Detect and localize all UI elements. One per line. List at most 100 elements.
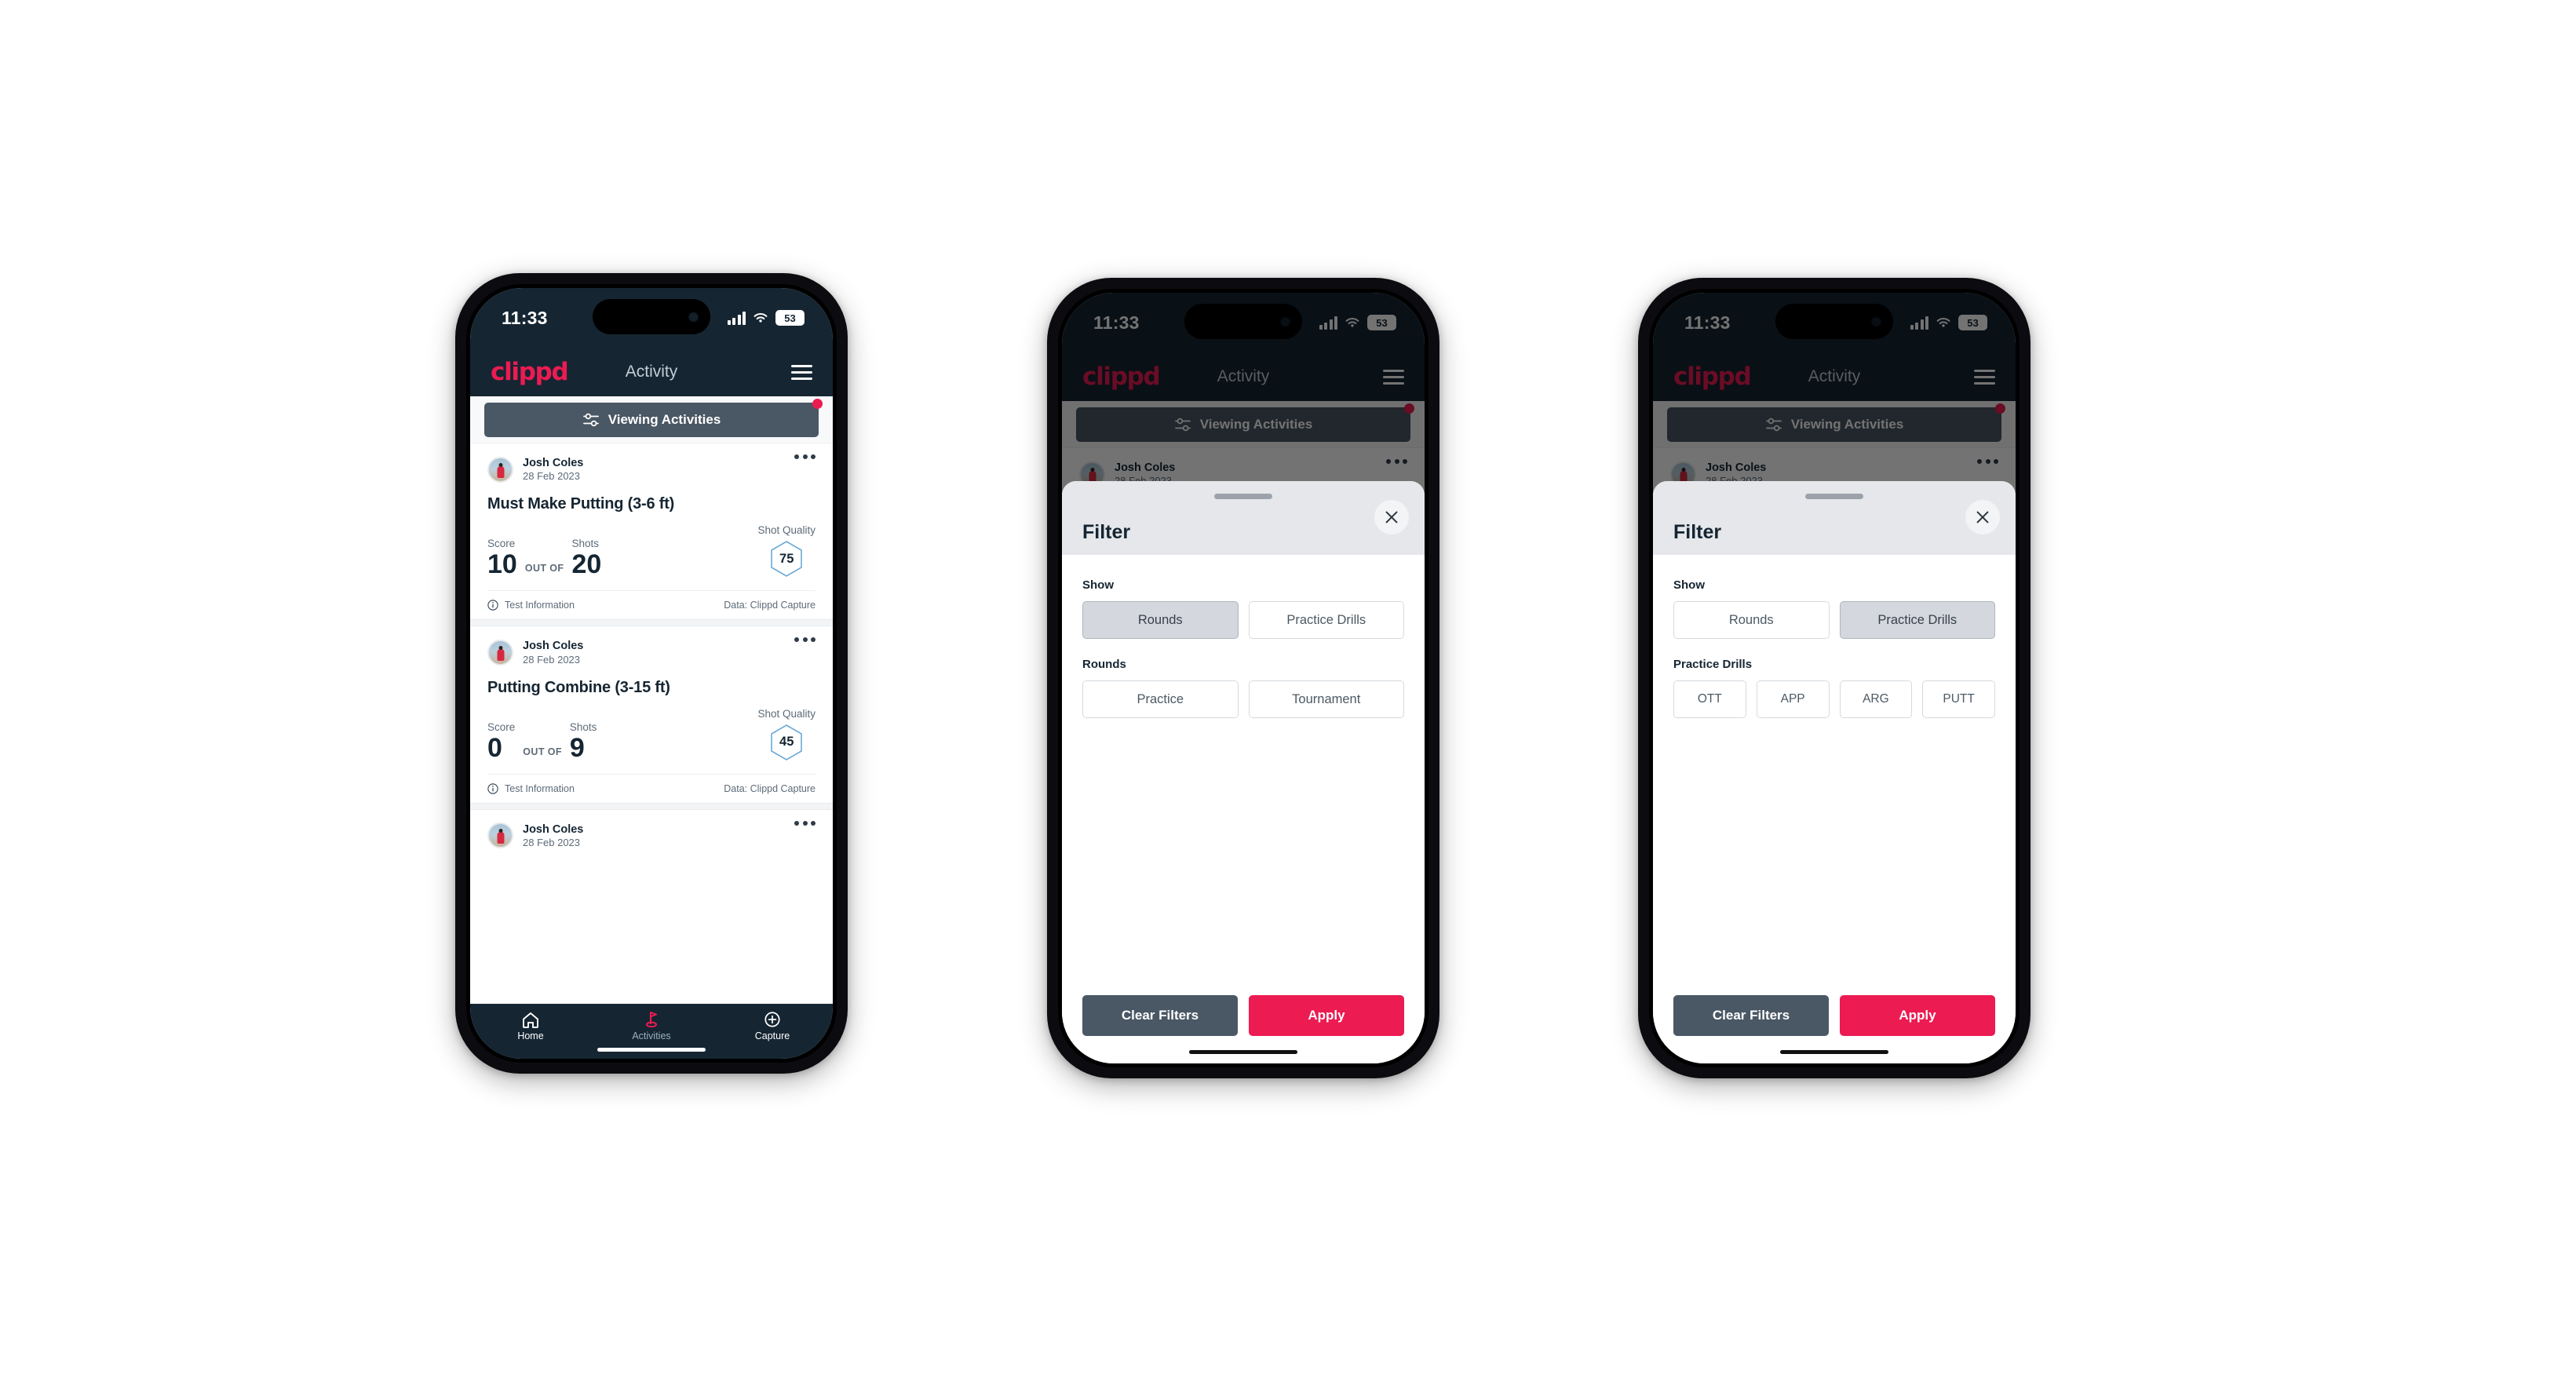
plus-circle-icon [764, 1012, 780, 1027]
activity-feed[interactable]: Josh Coles 28 Feb 2023 Must Make Putting… [470, 443, 833, 1004]
test-information-label: Test Information [505, 782, 575, 794]
chip-rounds-practice[interactable]: Practice [1082, 680, 1239, 718]
card-user-name: Josh Coles [523, 640, 584, 653]
out-of-label: OUT OF [523, 746, 562, 757]
chip-drill-ott[interactable]: OTT [1673, 680, 1746, 718]
rounds-chip-group: Practice Tournament [1082, 680, 1404, 718]
front-camera-icon [688, 312, 699, 322]
dynamic-island [593, 299, 710, 334]
show-label: Show [1673, 578, 1705, 592]
phone-screen: 11:33 53 clippd Activity [1653, 293, 2016, 1063]
close-x-icon [1976, 511, 1989, 523]
score-value: 10 [487, 549, 517, 580]
avatar [487, 822, 513, 849]
chip-show-practice-drills[interactable]: Practice Drills [1248, 601, 1404, 639]
card-header: Josh Coles 28 Feb 2023 [487, 810, 815, 852]
sheet-drag-handle[interactable] [1805, 494, 1863, 499]
score-stat: Score 10 [487, 538, 517, 578]
shot-quality-badge: 75 [769, 540, 804, 578]
phone-screen: 11:33 53 clippd Activity [1062, 293, 1425, 1063]
chip-rounds-tournament[interactable]: Tournament [1248, 680, 1404, 718]
nav-item-capture[interactable]: Capture [712, 1011, 833, 1041]
out-of-label: OUT OF [524, 563, 564, 574]
tune-filter-icon [582, 413, 599, 426]
rounds-label: Rounds [1082, 658, 1126, 671]
activity-card[interactable]: Josh Coles 28 Feb 2023 Putting Combine (… [470, 626, 833, 803]
card-user-name: Josh Coles [523, 457, 584, 469]
close-x-icon [1385, 511, 1398, 523]
score-label: Score [487, 720, 516, 733]
avatar [487, 456, 513, 483]
sheet-title: Filter [1082, 521, 1131, 543]
shot-quality-label: Shot Quality [757, 524, 815, 537]
sheet-footer: Clear Filters Apply [1653, 968, 2016, 1063]
activity-card[interactable]: Josh Coles 28 Feb 2023 Must Make Putting… [470, 443, 833, 620]
status-bar: 11:33 53 [470, 288, 833, 348]
apply-button[interactable]: Apply [1249, 995, 1404, 1036]
chip-drill-app[interactable]: APP [1756, 680, 1830, 718]
app-header: clippd Activity [470, 348, 833, 396]
chip-show-rounds[interactable]: Rounds [1673, 601, 1830, 639]
show-label: Show [1082, 578, 1114, 592]
nav-label-activities: Activities [632, 1030, 671, 1041]
shots-stat: Shots 9 [570, 721, 597, 761]
card-more-options-icon[interactable] [794, 637, 815, 643]
golf-flag-icon [646, 1012, 657, 1028]
show-group: Show Rounds Practice Drills [1673, 578, 1995, 639]
data-source-label: Data: Clippd Capture [724, 600, 815, 611]
battery-indicator: 53 [775, 310, 805, 326]
hamburger-menu-icon[interactable] [791, 364, 812, 380]
mockup-stage: 11:33 53 clippd Activity Viewing Activit… [0, 0, 2576, 1386]
phone-2-filter-rounds: 11:33 53 clippd Activity [1047, 278, 1439, 1078]
card-divider [470, 802, 833, 810]
clear-filters-button[interactable]: Clear Filters [1082, 995, 1238, 1036]
viewing-activities-button[interactable]: Viewing Activities [484, 398, 823, 437]
close-button[interactable] [1965, 500, 2000, 534]
shot-quality-value: 45 [779, 735, 794, 750]
shots-label: Shots [569, 720, 597, 733]
phone-screen: 11:33 53 clippd Activity [470, 288, 833, 1059]
chip-drill-putt[interactable]: PUTT [1922, 680, 1995, 718]
card-date: 28 Feb 2023 [523, 836, 581, 848]
chip-show-rounds[interactable]: Rounds [1082, 601, 1239, 639]
filter-bar: Viewing Activities [470, 396, 833, 443]
info-circle-icon [487, 600, 498, 611]
score-value: 0 [487, 732, 502, 763]
show-chip-group: Rounds Practice Drills [1082, 601, 1404, 639]
card-more-options-icon[interactable] [794, 820, 815, 826]
apply-button[interactable]: Apply [1840, 995, 1995, 1036]
rounds-group: Rounds Practice Tournament [1082, 658, 1404, 718]
viewing-activities-label: Viewing Activities [608, 411, 721, 427]
sheet-title: Filter [1673, 521, 1722, 543]
card-more-options-icon[interactable] [794, 454, 815, 459]
phone-bezel: 11:33 53 clippd Activity [1058, 289, 1428, 1067]
close-button[interactable] [1374, 500, 1409, 534]
clear-filters-button[interactable]: Clear Filters [1673, 995, 1829, 1036]
score-label: Score [487, 538, 516, 550]
nav-item-activities[interactable]: Activities [591, 1011, 712, 1041]
card-stats: Score 10 OUT OF Shots 20 Shot Quality 75 [487, 513, 815, 590]
card-date: 28 Feb 2023 [523, 653, 581, 666]
practice-drills-label: Practice Drills [1673, 658, 1753, 671]
activity-card[interactable]: Josh Coles 28 Feb 2023 [470, 809, 833, 853]
card-user-name: Josh Coles [523, 822, 584, 836]
card-user-block: Josh Coles 28 Feb 2023 [523, 822, 583, 849]
shot-quality-badge: 45 [769, 724, 804, 761]
bottom-navigation: Home Activities Capture [470, 1004, 833, 1059]
shots-value: 9 [569, 732, 585, 763]
nav-label-home: Home [517, 1030, 544, 1041]
chip-show-practice-drills[interactable]: Practice Drills [1839, 601, 1995, 639]
sheet-drag-handle[interactable] [1214, 494, 1272, 499]
nav-label-capture: Capture [754, 1030, 790, 1041]
nav-item-home[interactable]: Home [470, 1011, 591, 1041]
chip-drill-arg[interactable]: ARG [1839, 680, 1913, 718]
shots-stat: Shots 20 [571, 538, 601, 578]
practice-drills-group: Practice Drills OTT APP ARG PUTT [1673, 658, 1995, 718]
card-title: Putting Combine (3-15 ft) [487, 678, 670, 696]
shot-quality-label: Shot Quality [757, 707, 815, 720]
score-stat: Score 0 [487, 721, 515, 761]
card-footer: Test Information Data: Clippd Capture [487, 773, 815, 803]
sheet-footer: Clear Filters Apply [1062, 968, 1425, 1063]
filter-active-badge [812, 398, 823, 409]
shot-quality-value: 75 [779, 551, 794, 566]
